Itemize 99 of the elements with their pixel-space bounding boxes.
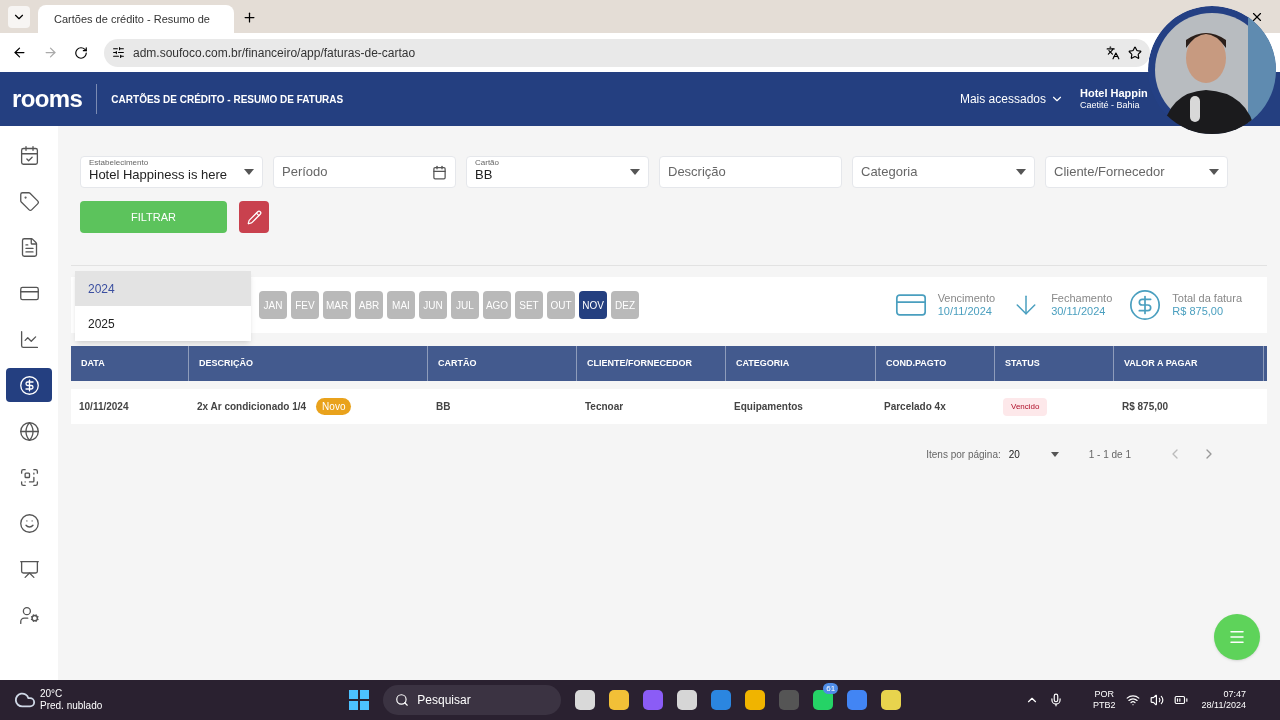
select-field[interactable]: Cliente/Fornecedor	[1045, 156, 1228, 188]
taskbar-app-icon[interactable]	[575, 690, 596, 710]
summary-label: Total da fatura	[1172, 292, 1242, 305]
taskbar-search[interactable]: Pesquisar	[383, 685, 562, 715]
column-header: STATUS	[995, 346, 1114, 381]
column-header: CLIENTE/FORNECEDOR	[577, 346, 726, 381]
summary-value: 10/11/2024	[937, 305, 993, 318]
column-header: CATEGORIA	[726, 346, 876, 381]
search-icon	[395, 693, 410, 707]
back-icon[interactable]	[12, 45, 27, 60]
field-placeholder: Categoria	[861, 163, 918, 182]
calendar-icon	[432, 164, 447, 180]
dollar-icon	[18, 374, 40, 396]
field-placeholder: Período	[282, 163, 328, 182]
status-badge: Vencido	[1003, 397, 1048, 416]
notification-count: 61	[823, 683, 839, 694]
table-cell-text: Equipamentos	[734, 400, 803, 414]
per-page-select[interactable]: 20	[1008, 446, 1059, 462]
input-field[interactable]: Descrição	[659, 156, 842, 188]
field-label: Cartão	[475, 158, 499, 167]
user-gear-icon	[18, 604, 40, 626]
sidebar-item[interactable]	[6, 368, 52, 402]
temperature: 20°C	[40, 688, 64, 700]
wifi-icon	[1125, 693, 1140, 707]
summary-label: Vencimento	[937, 292, 996, 305]
qr-code-icon	[18, 466, 40, 488]
browser-tab[interactable]: Cartões de crédito - Resumo de	[38, 5, 234, 33]
dropdown-arrow-icon	[244, 169, 254, 175]
column-header: VALOR A PAGAR	[1114, 346, 1264, 381]
column-header: CARTÃO	[428, 346, 577, 381]
clear-button[interactable]	[239, 201, 269, 233]
field-placeholder: Cliente/Fornecedor	[1054, 163, 1165, 182]
dropdown-arrow-icon	[630, 169, 640, 175]
table-cell-text: Tecnoar	[585, 400, 624, 414]
table-cell-text: Parcelado 4x	[884, 400, 946, 414]
globe-icon	[18, 420, 40, 442]
taskbar-app-icon[interactable]	[745, 690, 766, 710]
table-cell-text: BB	[436, 400, 451, 414]
language-code: POR	[1094, 689, 1115, 700]
most-accessed-menu[interactable]: Mais acessados	[959, 90, 1064, 108]
battery-icon	[1173, 693, 1188, 707]
star-icon[interactable]	[1128, 45, 1142, 60]
windows-start-icon[interactable]	[349, 690, 370, 710]
tag-icon	[18, 190, 40, 212]
select-field[interactable]: Estabelecimento Hotel Happiness is here	[80, 156, 263, 188]
clock-date: 28/11/2024	[1201, 700, 1246, 711]
taskbar-app-icon[interactable]	[609, 690, 630, 710]
items-per-page-label: Itens por página:	[926, 447, 1001, 462]
presentation-icon	[18, 558, 40, 580]
field-label: Estabelecimento	[89, 158, 149, 167]
speaker-icon	[1149, 693, 1164, 707]
site-settings-icon[interactable]	[112, 46, 125, 59]
field-placeholder: Descrição	[668, 163, 726, 182]
taskbar-app-icon[interactable]	[881, 690, 902, 710]
field-value: Hotel Happiness is here	[89, 166, 228, 185]
taskbar-app-icon[interactable]	[813, 690, 834, 710]
translate-icon[interactable]	[1106, 45, 1120, 60]
url-field[interactable]: adm.soufoco.com.br/financeiro/app/faturas-de-cartao	[104, 38, 1150, 67]
select-field[interactable]: Cartão BB	[466, 156, 649, 188]
dropdown-arrow-icon	[1050, 451, 1059, 457]
select-field[interactable]: Categoria	[852, 156, 1035, 188]
month-button[interactable]: NOV	[579, 291, 607, 319]
tab-title: Cartões de crédito - Resumo de	[54, 11, 210, 27]
page-range: 1 - 1 de 1	[1088, 447, 1131, 462]
dollar-icon	[1128, 288, 1163, 322]
table-cell-text: 2x Ar condicionado 1/4	[197, 400, 307, 414]
tab-list-button[interactable]	[8, 6, 30, 28]
dropdown-arrow-icon	[1209, 169, 1219, 175]
summary-label: Fechamento	[1051, 292, 1113, 305]
line-chart-icon	[18, 328, 40, 350]
clock-time: 07:47	[1223, 689, 1246, 700]
column-header: DESCRIÇÃO	[189, 346, 428, 381]
column-header: COND.PAGTO	[876, 346, 995, 381]
table-cell-text: 10/11/2024	[79, 400, 129, 414]
hotel-location: Caetité - Bahia	[1080, 100, 1141, 111]
new-badge: Novo	[316, 398, 352, 415]
close-icon[interactable]	[1250, 10, 1264, 24]
dropdown-option[interactable]: 2025	[75, 306, 251, 341]
dropdown-arrow-icon	[1016, 169, 1026, 175]
url-text: adm.soufoco.com.br/financeiro/app/faturas-de-cartao	[133, 44, 416, 62]
new-tab-icon[interactable]	[242, 10, 257, 25]
keyboard-layout: PTB2	[1093, 700, 1116, 711]
hotel-name: Hotel Happin	[1080, 87, 1149, 100]
summary-value: R$ 875,00	[1172, 305, 1225, 318]
dropdown-option[interactable]: 2024	[75, 271, 251, 306]
microphone-icon[interactable]	[1049, 693, 1064, 707]
summary-value: 30/11/2024	[1051, 305, 1107, 318]
date-field[interactable]: Período	[273, 156, 456, 188]
page-title: CARTÕES DE CRÉDITO - RESUMO DE FATURAS	[111, 92, 344, 107]
reload-icon[interactable]	[74, 45, 88, 60]
calendar-check-icon	[18, 144, 40, 166]
table-cell-text: R$ 875,00	[1122, 400, 1169, 414]
field-value: BB	[475, 166, 493, 185]
weather-text: Pred. nublado	[40, 700, 103, 712]
logo: rooms	[12, 87, 83, 111]
smiley-icon	[18, 512, 40, 534]
column-header: DATA	[71, 346, 189, 381]
taskbar-app-icon[interactable]	[677, 690, 698, 710]
menu-icon	[1228, 628, 1246, 646]
